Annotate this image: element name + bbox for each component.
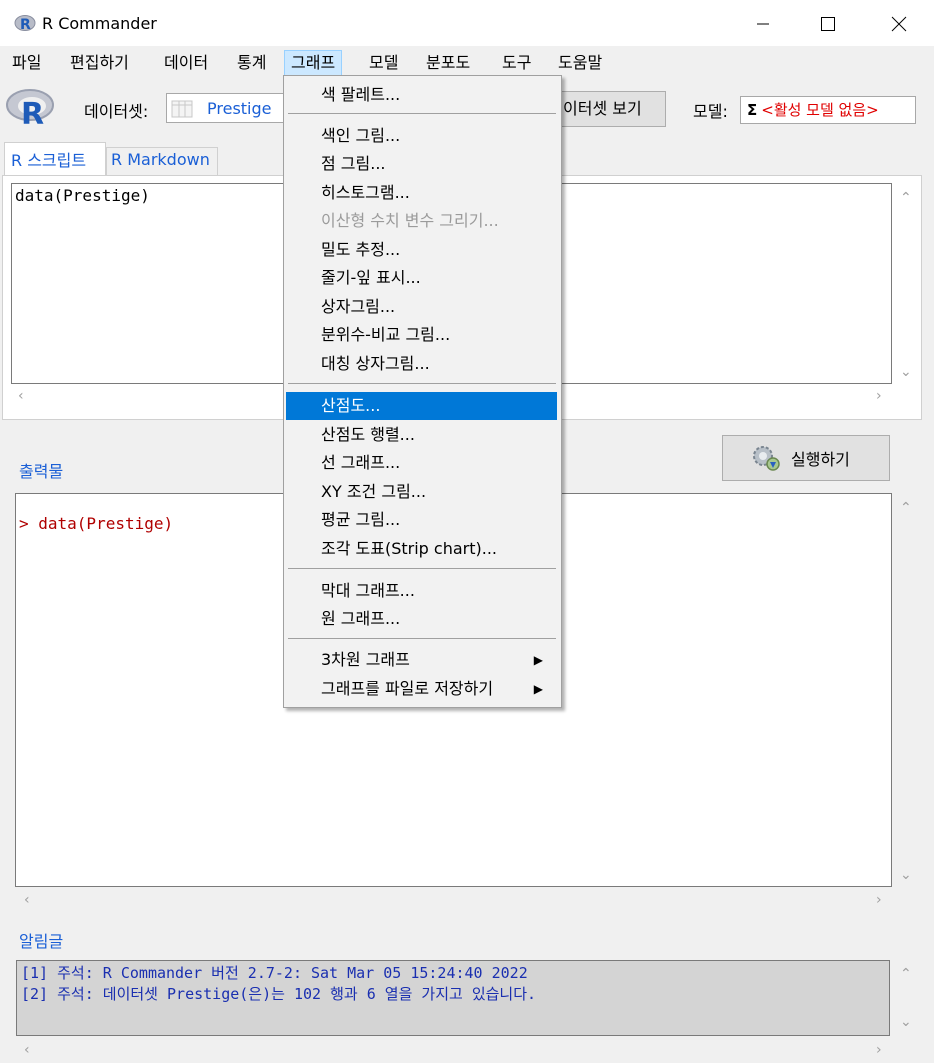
window-title: R Commander [42,14,157,33]
r-logo-icon: R [6,89,54,128]
menu-item-index-plot[interactable]: 색인 그림... [286,122,557,150]
scroll-right-icon[interactable]: › [876,388,882,404]
gear-icon [753,446,780,471]
menu-distributions[interactable]: 분포도 [420,50,476,76]
menu-separator [288,638,556,639]
menu-item-strip-chart[interactable]: 조각 도표(Strip chart)... [286,535,557,563]
close-button[interactable] [876,8,922,40]
menu-item-dot-plot[interactable]: 점 그림... [286,150,557,178]
model-selector[interactable]: Σ <활성 모델 없음> [740,96,916,124]
dataset-label: 데이터셋: [84,102,149,121]
menu-item-discrete-plot: 이산형 수치 변수 그리기... [321,211,499,230]
output-scroll-right-icon[interactable]: › [876,892,882,908]
menu-models[interactable]: 모델 [363,50,404,76]
maximize-icon [821,17,835,31]
run-button[interactable]: 실행하기 [722,435,890,481]
table-icon [171,100,193,118]
menu-edit[interactable]: 편집하기 [64,50,135,76]
output-scroll-left-icon[interactable]: ‹ [24,892,30,908]
menu-item-boxplot[interactable]: 상자그림... [286,293,557,321]
svg-text:R: R [20,17,31,32]
output-scroll-up-icon[interactable]: ⌃ [900,500,912,516]
sigma-icon: Σ [747,101,758,119]
message-line: [2] 주석: 데이터셋 Prestige(은)는 102 행과 6 열을 가지… [21,985,537,1003]
menu-file[interactable]: 파일 [6,50,47,76]
menu-item-line-graph[interactable]: 선 그래프... [286,449,557,477]
scroll-up-icon[interactable]: ⌃ [900,190,912,206]
menu-separator [288,568,556,569]
menu-item-bar-graph[interactable]: 막대 그래프... [286,577,557,605]
model-label: 모델: [693,102,728,121]
menu-item-density[interactable]: 밀도 추정... [286,236,557,264]
svg-text:R: R [21,97,44,128]
menu-item-3d-graph-label: 3차원 그래프 [321,650,410,669]
menu-item-scatter-matrix[interactable]: 산점도 행렬... [286,421,557,449]
minimize-icon [757,23,769,25]
messages-label: 알림글 [19,932,64,951]
menu-tools[interactable]: 도구 [496,50,537,76]
active-model-value: <활성 모델 없음> [761,101,879,119]
menu-statistics[interactable]: 통계 [231,50,272,76]
title-bar: R R Commander [0,0,934,46]
scroll-down-icon[interactable]: ⌄ [900,364,912,380]
menu-bar: 파일 편집하기 데이터 통계 그래프 모델 분포도 도구 도움말 [0,46,934,76]
message-line: [1] 주석: R Commander 버전 2.7-2: Sat Mar 05… [21,964,528,982]
menu-graphs[interactable]: 그래프 [284,50,343,76]
menu-item-color-palette[interactable]: 색 팔레트... [286,81,557,109]
dataset-name: Prestige [207,99,272,118]
menu-separator [288,113,556,114]
scroll-left-icon[interactable]: ‹ [18,388,24,404]
tab-r-markdown[interactable]: R Markdown [106,147,218,175]
output-scroll-down-icon[interactable]: ⌄ [900,867,912,883]
messages-scroll-right-icon[interactable]: › [876,1042,882,1058]
maximize-button[interactable] [805,8,851,40]
close-icon [891,16,907,32]
menu-item-qq-plot[interactable]: 분위수-비교 그림... [286,321,557,349]
graphs-dropdown-menu: 색 팔레트... 색인 그림... 점 그림... 히스토그램... 이산형 수… [283,75,562,708]
menu-item-pie-chart[interactable]: 원 그래프... [286,605,557,633]
tab-r-script[interactable]: R 스크립트 [4,142,106,176]
r-app-icon: R [14,15,36,32]
menu-data[interactable]: 데이터 [158,50,214,76]
run-button-label: 실행하기 [791,450,850,469]
menu-item-means-plot[interactable]: 평균 그림... [286,506,557,534]
minimize-button[interactable] [740,8,786,40]
menu-item-scatterplot[interactable]: 산점도... [286,392,557,420]
menu-item-save-graph-label: 그래프를 파일로 저장하기 [321,679,494,698]
messages-scroll-up-icon[interactable]: ⌃ [900,966,912,982]
menu-item-symbox[interactable]: 대칭 상자그림... [286,350,557,378]
messages-scroll-down-icon[interactable]: ⌄ [900,1014,912,1030]
view-dataset-button[interactable]: 이터셋 보기 [554,91,666,127]
menu-item-stem-leaf[interactable]: 줄기-잎 표시... [286,264,557,292]
dataset-selector[interactable]: Prestige [166,93,292,123]
menu-item-save-graph[interactable]: 그래프를 파일로 저장하기 ▶ [286,675,557,703]
menu-item-xy-conditioning[interactable]: XY 조건 그림... [286,478,557,506]
menu-item-3d-graph[interactable]: 3차원 그래프 ▶ [286,646,557,674]
menu-help[interactable]: 도움말 [552,50,608,76]
submenu-arrow-icon: ▶ [533,653,543,667]
messages-scroll-left-icon[interactable]: ‹ [24,1042,30,1058]
messages-area[interactable]: [1] 주석: R Commander 버전 2.7-2: Sat Mar 05… [16,960,890,1036]
menu-separator [288,383,556,384]
menu-item-histogram[interactable]: 히스토그램... [286,179,557,207]
output-label: 출력물 [19,462,64,481]
submenu-arrow-icon: ▶ [533,682,543,696]
